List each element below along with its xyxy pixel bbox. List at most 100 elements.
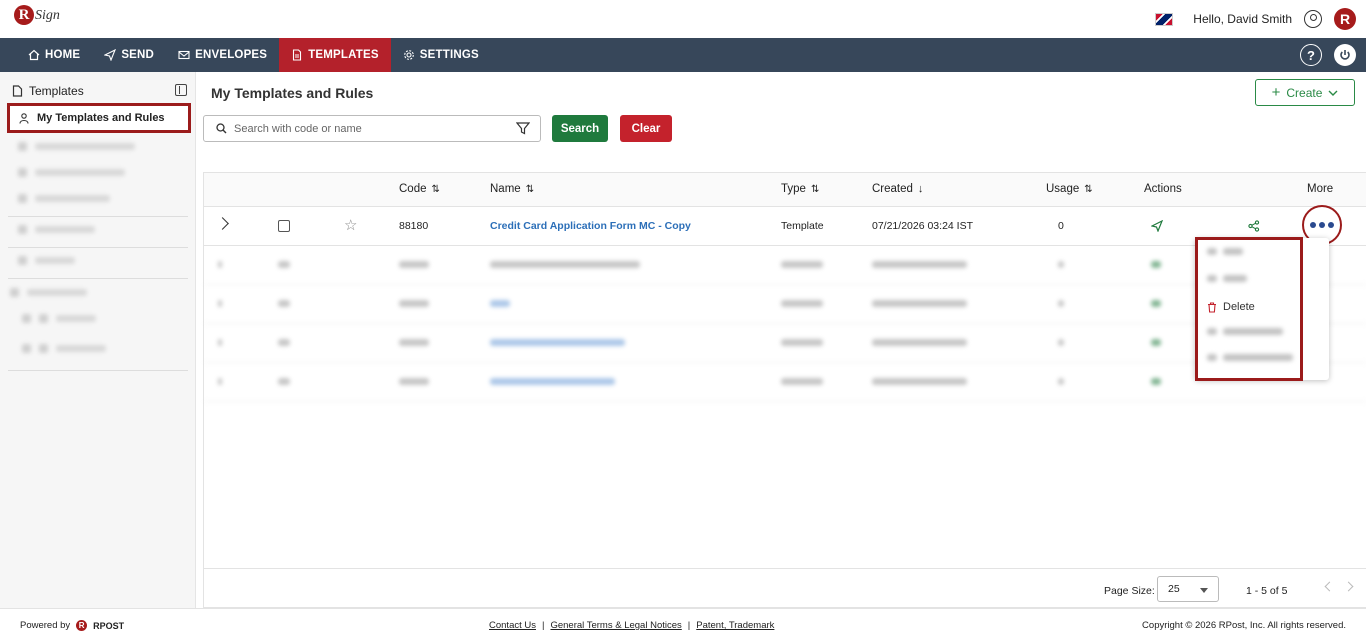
row-cell-blurred <box>399 376 429 388</box>
footer: Powered by R RPOST Contact Us | General … <box>0 608 1366 638</box>
row-cell-blurred <box>1151 259 1161 271</box>
row-cell-blurred <box>1151 376 1161 388</box>
chevron-down-icon <box>1328 90 1338 96</box>
sort-icon: ⇅ <box>1084 183 1093 195</box>
sidebar: Templates My Templates and Rules <box>0 72 196 608</box>
send-action-icon[interactable] <box>1151 220 1163 232</box>
more-dot <box>1319 222 1325 228</box>
sidebar-item-my-templates[interactable]: My Templates and Rules <box>7 103 191 133</box>
document-icon <box>293 49 302 61</box>
sidebar-item-blurred[interactable] <box>18 225 95 234</box>
row-cell-blurred <box>781 259 823 271</box>
gear-icon <box>403 50 414 60</box>
create-button-label: Create <box>1286 85 1323 100</box>
footer-links: Contact Us | General Terms & Legal Notic… <box>489 620 774 631</box>
row-cell-blurred <box>218 337 222 349</box>
sidebar-folder-blurred[interactable] <box>22 314 96 323</box>
table-row[interactable] <box>204 285 1366 324</box>
column-label: Code <box>399 183 427 195</box>
sidebar-folder-blurred[interactable] <box>10 288 87 297</box>
nav-home-label: HOME <box>45 49 81 61</box>
column-header-code[interactable]: Code ⇅ <box>399 183 440 195</box>
nav-home[interactable]: HOME <box>16 38 92 72</box>
sidebar-item-blurred[interactable] <box>18 168 125 177</box>
column-header-usage[interactable]: Usage ⇅ <box>1046 183 1093 195</box>
next-page-icon[interactable] <box>1343 581 1354 592</box>
expand-row-icon[interactable] <box>216 217 229 230</box>
row-cell-blurred <box>1151 298 1161 310</box>
row-cell-blurred <box>781 298 823 310</box>
row-cell-blurred <box>278 337 290 349</box>
menu-highlight-frame <box>1195 237 1303 381</box>
row-cell-blurred <box>490 337 625 349</box>
nav-templates[interactable]: TEMPLATES <box>279 38 391 72</box>
column-header-created[interactable]: Created ↓ <box>872 183 923 195</box>
logo-letter: R <box>14 5 34 25</box>
top-right-tools: Hello, David Smith R <box>1155 8 1356 30</box>
column-label: Type <box>781 183 806 195</box>
rsign-logo[interactable]: R Sign <box>14 5 60 25</box>
language-flag-icon[interactable] <box>1155 12 1174 26</box>
user-greeting: Hello, David Smith <box>1193 12 1292 26</box>
contact-us-link[interactable]: Contact Us <box>489 620 536 631</box>
table-row[interactable] <box>204 363 1366 402</box>
cell-code: 88180 <box>399 220 429 232</box>
column-header-type[interactable]: Type ⇅ <box>781 183 819 195</box>
more-dot <box>1328 222 1334 228</box>
row-cell-blurred <box>278 259 290 271</box>
share-icon[interactable] <box>1248 220 1260 232</box>
cell-name-link[interactable]: Credit Card Application Form MC - Copy <box>490 220 691 232</box>
collapse-sidebar-icon[interactable] <box>175 84 187 96</box>
nav-send[interactable]: SEND <box>92 38 166 72</box>
sidebar-header: Templates <box>0 72 195 98</box>
help-icon[interactable]: ? <box>1300 44 1322 66</box>
terms-link[interactable]: General Terms & Legal Notices <box>550 620 681 631</box>
filter-icon[interactable] <box>516 122 530 135</box>
brand-r-icon[interactable]: R <box>1334 8 1356 30</box>
nav-settings[interactable]: SETTINGS <box>391 38 491 72</box>
row-cell-blurred <box>1058 298 1064 310</box>
row-cell-blurred <box>1058 259 1064 271</box>
clear-button[interactable]: Clear <box>620 115 672 142</box>
row-cell-blurred <box>872 298 967 310</box>
column-header-name[interactable]: Name ⇅ <box>490 183 534 195</box>
table-row[interactable]: ☆ 88180 Credit Card Application Form MC … <box>204 207 1366 246</box>
sidebar-item-blurred[interactable] <box>18 256 75 265</box>
nav-send-label: SEND <box>121 49 155 61</box>
row-cell-blurred <box>1151 337 1161 349</box>
page-size-select[interactable]: 25 <box>1157 576 1219 602</box>
row-checkbox[interactable] <box>278 220 290 232</box>
row-cell-blurred <box>490 376 615 388</box>
sidebar-item-blurred[interactable] <box>18 142 135 151</box>
table-row[interactable] <box>204 324 1366 363</box>
table-row[interactable] <box>204 246 1366 285</box>
search-icon <box>216 123 227 134</box>
power-glyph <box>1340 50 1350 60</box>
home-icon <box>28 49 40 61</box>
search-button[interactable]: Search <box>552 115 608 142</box>
power-icon[interactable] <box>1334 44 1356 66</box>
main-nav: HOME SEND ENVELOPES TEMPLATES SETTINGS ? <box>0 38 1366 72</box>
create-button[interactable]: + Create <box>1255 79 1355 106</box>
row-cell-blurred <box>1058 337 1064 349</box>
sidebar-divider <box>8 370 188 371</box>
sidebar-folder-blurred[interactable] <box>22 344 106 353</box>
sidebar-divider <box>8 247 188 248</box>
table-header: Code ⇅ Name ⇅ Type ⇅ Created ↓ Usage ⇅ Action… <box>204 173 1366 207</box>
column-header-actions: Actions <box>1144 183 1182 195</box>
search-input[interactable] <box>234 122 504 135</box>
footer-separator: | <box>687 620 691 631</box>
cell-created: 07/21/2026 03:24 IST <box>872 220 973 232</box>
caret-down-icon <box>1200 588 1208 593</box>
user-profile-icon[interactable] <box>1304 10 1322 28</box>
document-icon <box>12 85 23 97</box>
patent-link[interactable]: Patent, Trademark <box>696 620 774 631</box>
prev-page-icon[interactable] <box>1324 581 1335 592</box>
row-cell-blurred <box>872 259 967 271</box>
row-cell-blurred <box>1058 376 1064 388</box>
sidebar-item-blurred[interactable] <box>18 194 110 203</box>
nav-envelopes[interactable]: ENVELOPES <box>166 38 279 72</box>
column-label: Actions <box>1144 183 1182 195</box>
column-label: Usage <box>1046 183 1080 195</box>
favorite-star-icon[interactable]: ☆ <box>344 216 357 234</box>
